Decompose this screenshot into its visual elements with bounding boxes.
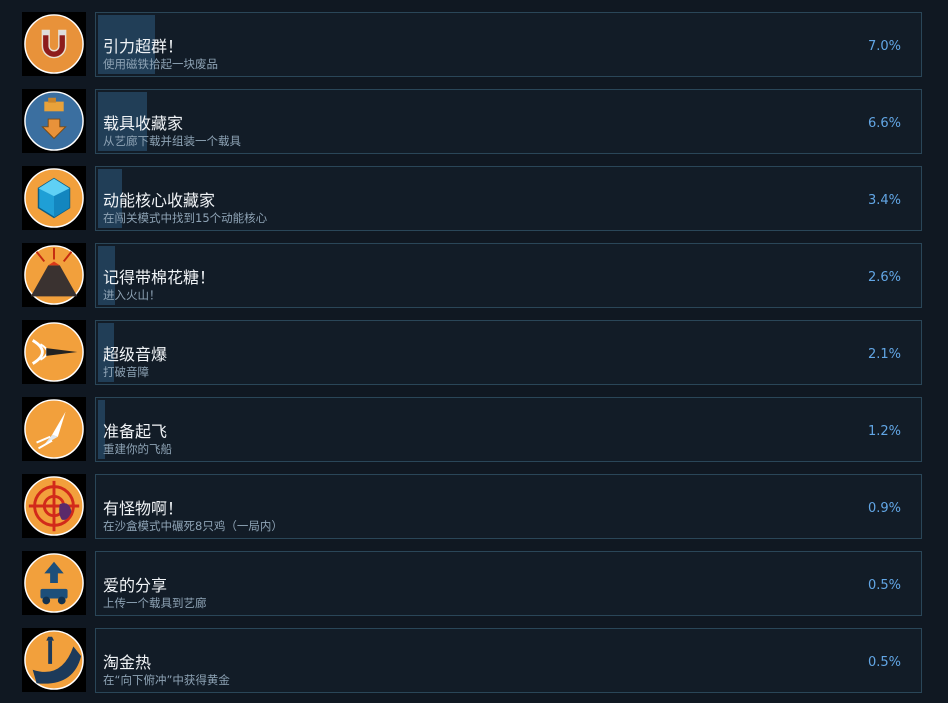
achievement-list: 引力超群！ 使用磁铁拾起一块废品 7.0% 载具收藏家 从艺廊下载并组装一个载具… (0, 0, 948, 703)
achievement-percent: 0.9% (867, 501, 901, 516)
spaceship-icon (22, 397, 86, 461)
achievement-percent: 0.5% (867, 655, 901, 670)
achievement-row[interactable]: 超级音爆 打破音障 2.1% (22, 320, 924, 387)
achievement-row[interactable]: 引力超群！ 使用磁铁拾起一块废品 7.0% (22, 12, 924, 79)
achievement-panel: 爱的分享 上传一个载具到艺廊 0.5% (95, 551, 922, 616)
achievement-row[interactable]: 准备起飞 重建你的飞船 1.2% (22, 397, 924, 464)
upload-vehicle-icon (22, 551, 86, 615)
achievement-panel: 超级音爆 打破音障 2.1% (95, 320, 922, 385)
achievement-title: 引力超群！ (103, 37, 184, 56)
achievement-title: 超级音爆 (103, 345, 168, 364)
achievement-row[interactable]: 淘金热 在“向下俯冲”中获得黄金 0.5% (22, 628, 924, 695)
achievement-panel: 有怪物啊！ 在沙盒模式中碾死8只鸡（一局内） 0.9% (95, 474, 922, 539)
achievement-percent: 3.4% (867, 193, 901, 208)
achievement-panel: 动能核心收藏家 在闯关模式中找到15个动能核心 3.4% (95, 166, 922, 231)
download-vehicle-icon (22, 89, 86, 153)
achievement-description: 在沙盒模式中碾死8只鸡（一局内） (103, 519, 283, 533)
achievement-panel: 记得带棉花糖！ 进入火山！ 2.6% (95, 243, 922, 308)
achievement-row[interactable]: 动能核心收藏家 在闯关模式中找到15个动能核心 3.4% (22, 166, 924, 233)
sonic-boom-icon (22, 320, 86, 384)
achievement-panel: 引力超群！ 使用磁铁拾起一块废品 7.0% (95, 12, 922, 77)
achievement-row[interactable]: 爱的分享 上传一个载具到艺廊 0.5% (22, 551, 924, 618)
achievement-percent: 6.6% (867, 116, 901, 131)
achievement-description: 在“向下俯冲”中获得黄金 (103, 673, 230, 687)
achievement-description: 在闯关模式中找到15个动能核心 (103, 211, 268, 225)
magnet-icon (22, 12, 86, 76)
achievement-description: 进入火山！ (103, 288, 161, 302)
achievement-title: 载具收藏家 (103, 114, 184, 133)
achievement-title: 动能核心收藏家 (103, 191, 216, 210)
achievement-title: 有怪物啊！ (103, 499, 184, 518)
achievement-title: 爱的分享 (103, 576, 168, 595)
crystal-icon (22, 166, 86, 230)
achievement-percent: 2.1% (867, 347, 901, 362)
achievement-title: 准备起飞 (103, 422, 168, 441)
achievement-row[interactable]: 有怪物啊！ 在沙盒模式中碾死8只鸡（一局内） 0.9% (22, 474, 924, 541)
volcano-icon (22, 243, 86, 307)
achievement-description: 重建你的飞船 (103, 442, 172, 456)
achievement-row[interactable]: 载具收藏家 从艺廊下载并组装一个载具 6.6% (22, 89, 924, 156)
achievement-percent: 2.6% (867, 270, 901, 285)
achievement-title: 淘金热 (103, 653, 152, 672)
achievement-description: 使用磁铁拾起一块废品 (103, 57, 218, 71)
achievement-row[interactable]: 记得带棉花糖！ 进入火山！ 2.6% (22, 243, 924, 310)
achievement-description: 打破音障 (103, 365, 149, 379)
achievement-panel: 淘金热 在“向下俯冲”中获得黄金 0.5% (95, 628, 922, 693)
achievement-percent: 1.2% (867, 424, 901, 439)
achievement-panel: 准备起飞 重建你的飞船 1.2% (95, 397, 922, 462)
achievement-panel: 载具收藏家 从艺廊下载并组装一个载具 6.6% (95, 89, 922, 154)
gold-pan-icon (22, 628, 86, 692)
achievement-title: 记得带棉花糖！ (103, 268, 216, 287)
achievement-description: 从艺廊下载并组装一个载具 (103, 134, 241, 148)
achievement-percent: 7.0% (867, 39, 901, 54)
achievement-description: 上传一个载具到艺廊 (103, 596, 207, 610)
achievement-percent: 0.5% (867, 578, 901, 593)
crosshair-monster-icon (22, 474, 86, 538)
